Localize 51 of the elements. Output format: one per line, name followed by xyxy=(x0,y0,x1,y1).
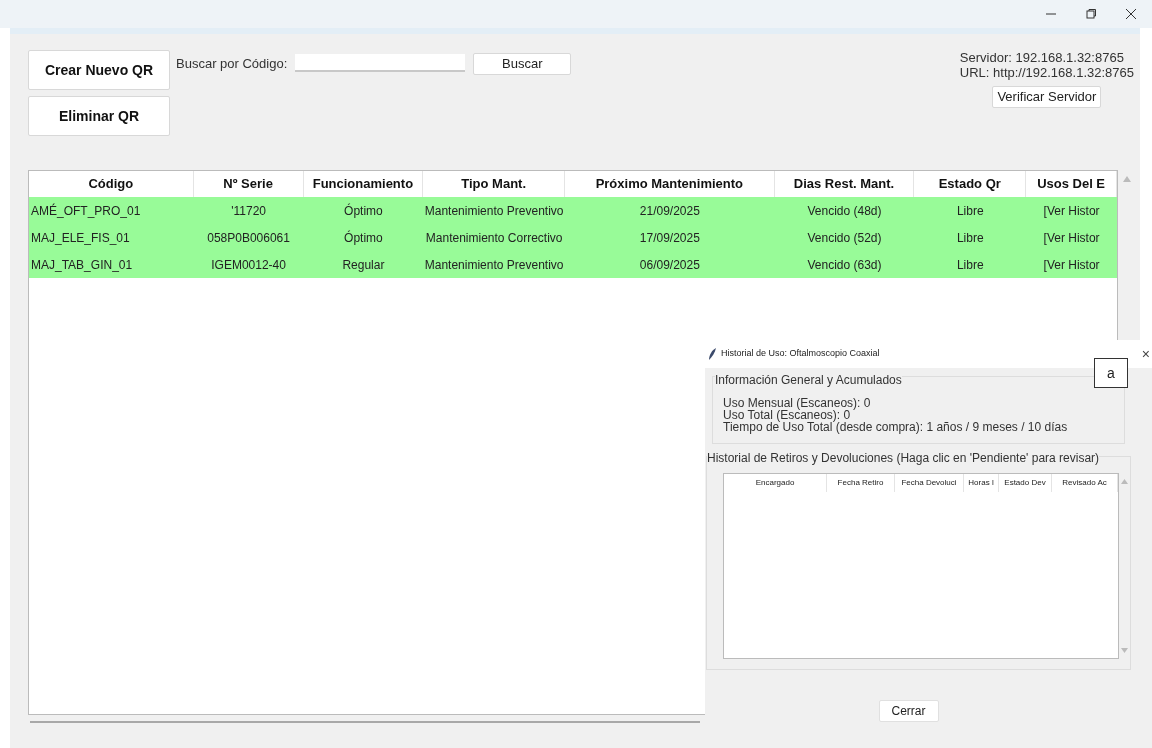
annotation-label: a xyxy=(1094,358,1128,388)
table-cell-text: Vencido (52d) xyxy=(807,229,882,247)
table-cell-text: Regular xyxy=(342,256,385,274)
close-button[interactable]: × xyxy=(1141,347,1150,361)
table-cell-text: [Ver Histor xyxy=(1043,256,1100,274)
column-header[interactable]: Fecha Retiro xyxy=(827,474,895,492)
table-cell-text: 06/09/2025 xyxy=(639,256,700,274)
usage-text: Uso Mensual (Escaneos): 0 xyxy=(723,397,872,409)
column-header[interactable]: Encargado xyxy=(724,474,827,492)
scroll-down-icon[interactable] xyxy=(1121,648,1128,653)
column-header[interactable]: Fecha Devoluci xyxy=(895,474,964,492)
column-header[interactable]: Horas l xyxy=(964,474,999,492)
feather-icon xyxy=(708,348,716,360)
server-url: URL: http://192.168.1.32:8765 xyxy=(959,65,1134,80)
table-cell-text: 21/09/2025 xyxy=(639,202,700,220)
table-cell-text: 058P0B006061 xyxy=(207,229,290,247)
table-cell-text: Vencido (48d) xyxy=(807,202,882,220)
table-cell-text: Libre xyxy=(956,229,984,247)
table-cell-text: Vencido (63d) xyxy=(807,256,882,274)
table-cell-text: Óptimo xyxy=(344,229,383,247)
search-label: Buscar por Código: xyxy=(176,55,288,73)
table-cell-text: [Ver Histor xyxy=(1043,202,1100,220)
table-cell-text: 17/09/2025 xyxy=(639,229,700,247)
table-cell-text: Libre xyxy=(956,202,984,220)
create-qr-button[interactable]: Crear Nuevo QR xyxy=(28,50,170,90)
verify-server-button[interactable]: Verificar Servidor xyxy=(992,86,1102,108)
search-field[interactable] xyxy=(295,54,466,72)
column-header[interactable]: Revisado Ac xyxy=(1052,474,1118,492)
table-cell-text: IGEM0012-40 xyxy=(211,256,286,274)
table-cell-text: Mantenimiento Correctivo xyxy=(425,229,563,247)
table-cell-text: Libre xyxy=(956,256,984,274)
restore-icon[interactable] xyxy=(1086,9,1096,19)
scroll-up-icon[interactable] xyxy=(1123,176,1131,182)
server-address: Servidor: 192.168.1.32:8765 xyxy=(959,50,1124,65)
close-dialog-button[interactable]: Cerrar xyxy=(878,700,939,722)
table-cell-text: Óptimo xyxy=(344,202,383,220)
table-cell-text: [Ver Histor xyxy=(1043,229,1100,247)
column-header[interactable]: Estado Dev xyxy=(999,474,1052,492)
search-button[interactable]: Buscar xyxy=(473,53,572,75)
close-icon[interactable] xyxy=(1126,9,1136,19)
table-cell-text: MAJ_ELE_FIS_01 xyxy=(31,229,130,247)
table-cell-text: Mantenimiento Preventivo xyxy=(424,202,564,220)
scroll-up-icon[interactable] xyxy=(1121,479,1128,484)
delete-qr-button[interactable]: Eliminar QR xyxy=(28,96,170,136)
table-cell-text: Mantenimiento Preventivo xyxy=(424,256,564,274)
table-cell-text: '11720 xyxy=(231,202,266,220)
usage-text: Tiempo de Uso Total (desde compra): 1 años / 9 meses / 10 días xyxy=(723,421,1069,433)
dialog-title: Historial de Uso: Oftalmoscopio Coaxial xyxy=(721,347,880,361)
table-cell-text: MAJ_TAB_GIN_01 xyxy=(31,256,133,274)
table-cell-text: AMÉ_OFT_PRO_01 xyxy=(31,202,141,220)
usage-text: Uso Total (Escaneos): 0 xyxy=(723,409,851,421)
